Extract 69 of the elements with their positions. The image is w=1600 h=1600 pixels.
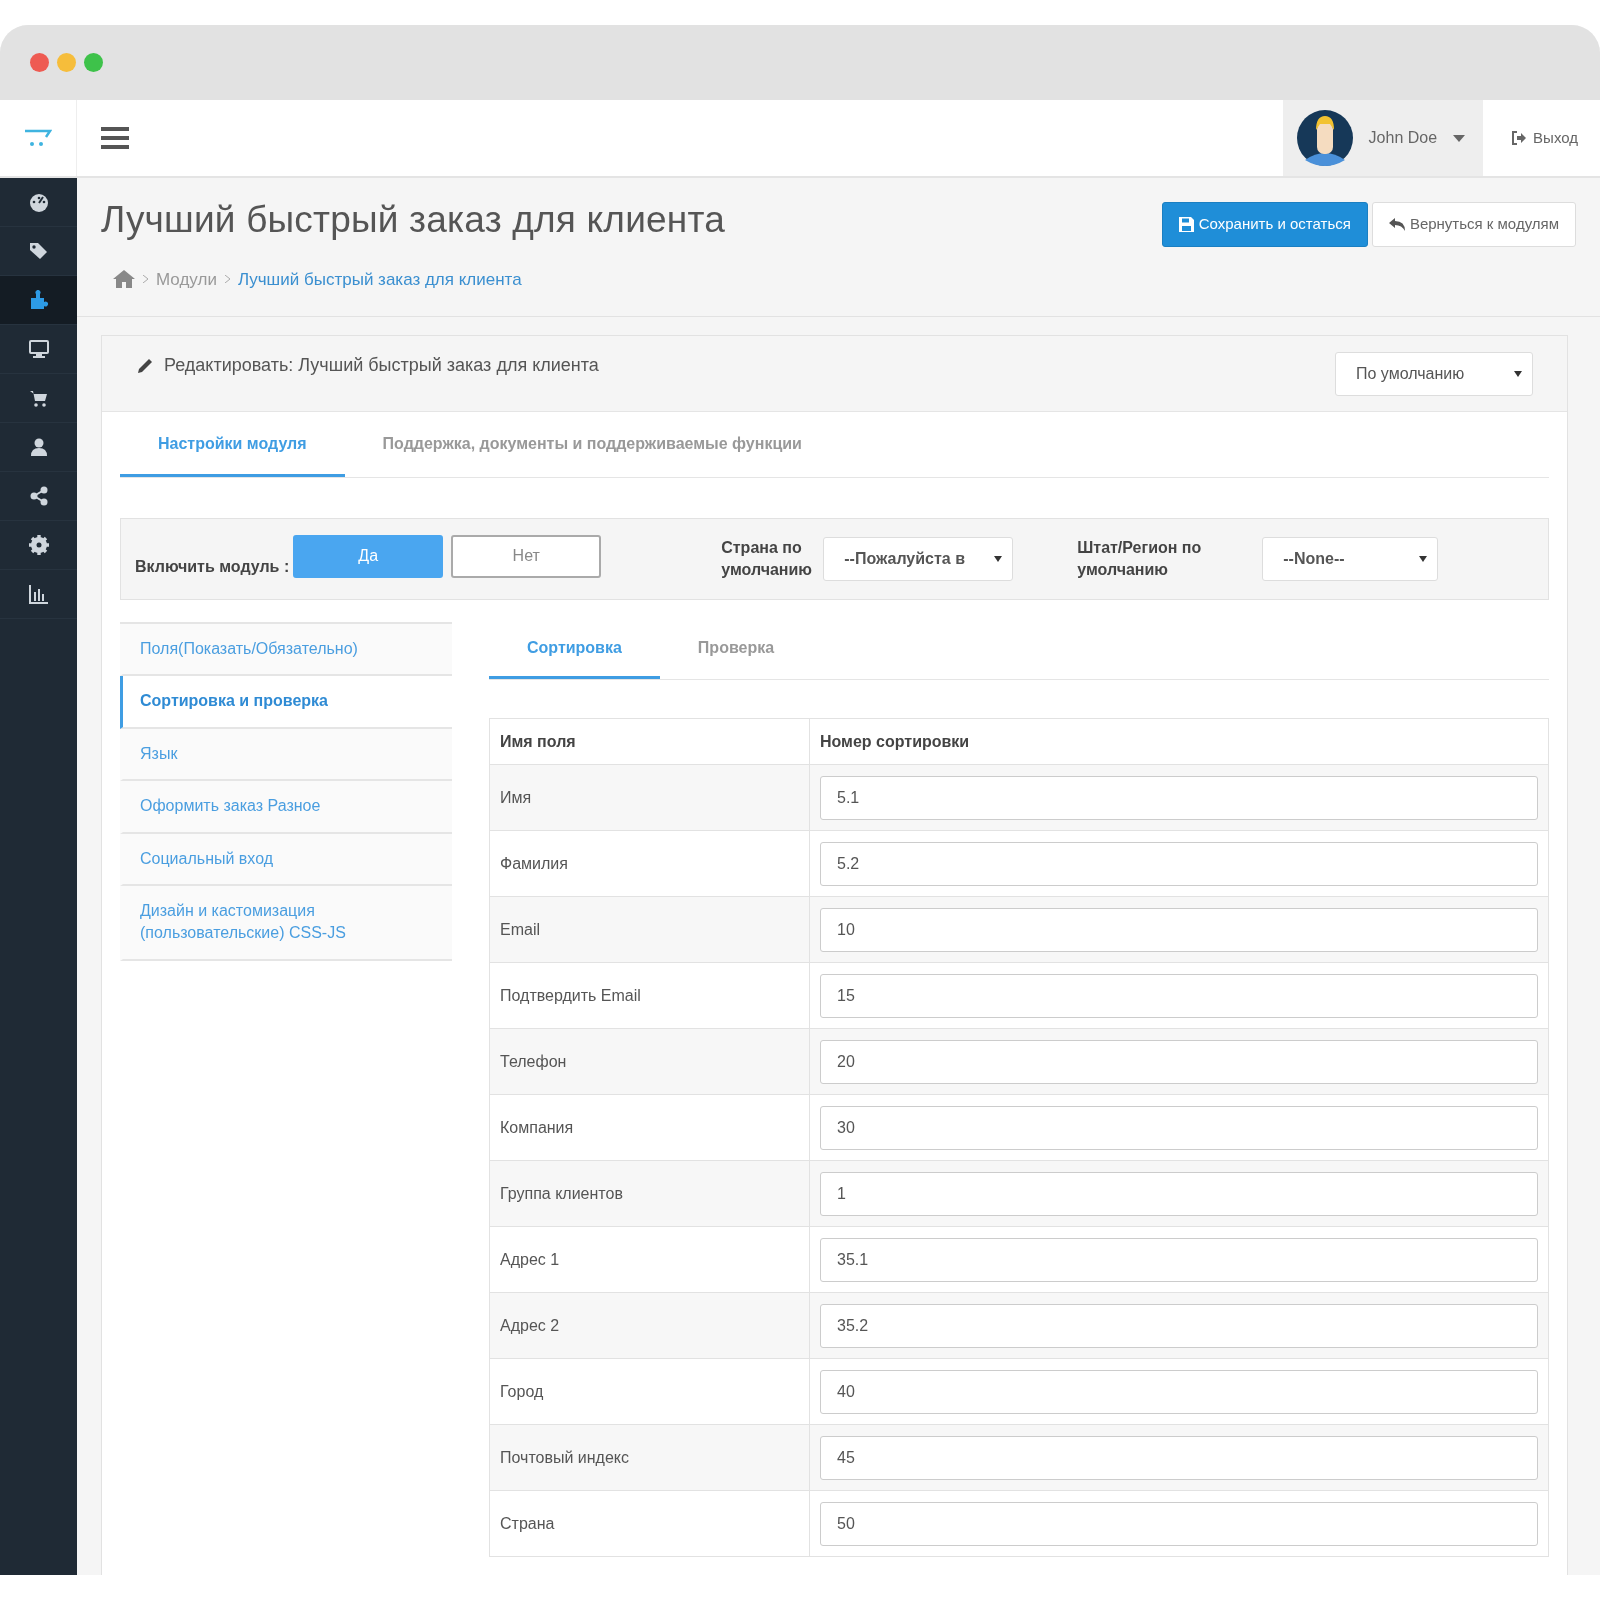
input-field[interactable]: 45 — [820, 1435, 1538, 1480]
settings-icon — [28, 535, 49, 555]
caret-icon — [1419, 556, 1428, 562]
table-cell: Фамилия — [489, 830, 810, 897]
caret-icon — [1514, 371, 1522, 377]
input-field[interactable]: 35.2 — [820, 1303, 1538, 1348]
table-cell: Город — [489, 1358, 810, 1425]
back-button[interactable]: Вернуться к модулям — [1371, 202, 1576, 247]
pencil-icon — [136, 356, 154, 375]
cart-icon — [28, 388, 49, 408]
input-field[interactable]: 5.2 — [820, 841, 1538, 886]
breadcrumb-link[interactable]: Лучший быстрый заказ для клиента — [237, 266, 522, 292]
tags-icon — [28, 241, 49, 261]
menu-item[interactable]: Сортировка и проверка — [120, 676, 452, 729]
toggle-option[interactable]: Нет — [451, 534, 602, 578]
table-cell: Email — [489, 896, 810, 963]
logout-button[interactable]: Выход — [1483, 100, 1600, 176]
select-field[interactable]: --Пожалуйста в — [823, 537, 1014, 581]
input-field[interactable]: 35.1 — [820, 1237, 1538, 1282]
caret-icon — [994, 556, 1003, 562]
user-menu[interactable]: John Doe — [1282, 100, 1484, 176]
window-control-dot[interactable] — [57, 53, 76, 72]
table-cell: Компания — [489, 1094, 810, 1161]
input-field[interactable]: 40 — [820, 1369, 1538, 1414]
table-cell: Страна — [489, 1490, 810, 1557]
table-cell: Группа клиентов — [489, 1160, 810, 1227]
reply-arrow-icon — [1388, 217, 1405, 231]
input-field[interactable]: 5.1 — [820, 775, 1538, 820]
input-field[interactable]: 10 — [820, 907, 1538, 952]
input-field[interactable]: 50 — [820, 1501, 1538, 1546]
column-header: Имя поля — [489, 718, 810, 765]
avatar-icon — [1296, 110, 1353, 166]
window-control-dot[interactable] — [84, 53, 103, 72]
home-icon[interactable] — [113, 270, 135, 289]
table-cell: Телефон — [489, 1028, 810, 1095]
window-control-dot[interactable] — [30, 53, 49, 72]
table-cell: Адрес 2 — [489, 1292, 810, 1359]
logout-icon — [1511, 131, 1528, 145]
monitor-icon — [28, 339, 49, 359]
field-label: Штат/Регион по умолчанию — [1077, 537, 1203, 580]
column-header: Номер сортировки — [809, 718, 1549, 765]
save-icon — [1178, 216, 1194, 232]
user-icon — [28, 437, 49, 457]
menu-icon[interactable] — [101, 127, 129, 149]
field-label: Страна по умолчанию — [721, 537, 814, 580]
table-cell: Подтвердить Email — [489, 962, 810, 1029]
bar-chart-icon — [28, 584, 49, 604]
input-field[interactable]: 30 — [820, 1105, 1538, 1150]
page-title: Лучший быстрый заказ для клиента — [101, 198, 725, 242]
chevron-icon — [224, 275, 230, 284]
table-cell: Почтовый индекс — [489, 1424, 810, 1491]
caret-icon — [1453, 134, 1466, 142]
dashboard-icon — [28, 192, 49, 212]
sidebar-item[interactable] — [0, 276, 77, 325]
input-field[interactable]: 20 — [820, 1039, 1538, 1084]
select-field[interactable]: --None-- — [1262, 537, 1439, 581]
field-label: Включить модуль : — [135, 557, 290, 577]
input-field[interactable]: 15 — [820, 973, 1538, 1018]
cart-logo-icon — [24, 128, 52, 148]
user-name: John Doe — [1368, 128, 1438, 148]
chevron-icon — [143, 275, 148, 284]
store-select[interactable]: По умолчанию — [1335, 352, 1533, 396]
share-icon — [28, 486, 49, 506]
table-cell: Имя — [489, 764, 810, 831]
panel-heading: Редактировать: Лучший быстрый заказ для клиента — [164, 354, 599, 377]
puzzle-icon — [28, 290, 49, 310]
input-field[interactable]: 1 — [820, 1171, 1538, 1216]
table-cell: Адрес 1 — [489, 1226, 810, 1293]
save-button[interactable]: Сохранить и остаться — [1161, 202, 1368, 247]
